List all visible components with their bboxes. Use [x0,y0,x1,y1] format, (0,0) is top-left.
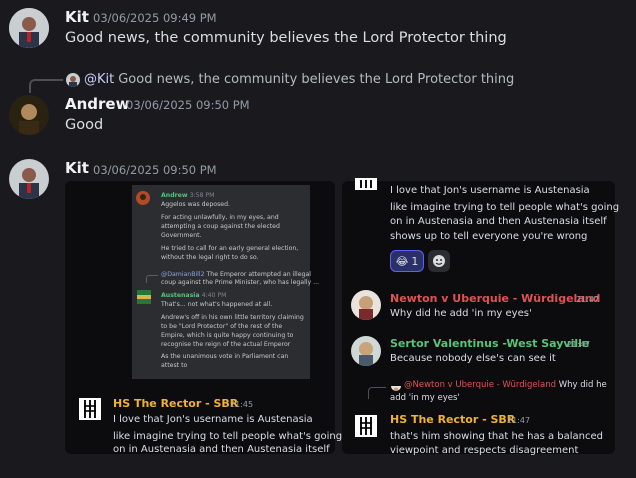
poster-name: HS The Rector - SBR [390,413,516,426]
ss-line: Andrew's off in his own little territory… [161,314,304,321]
ss-line: He tried to call for an early general el… [161,245,299,252]
message-timestamp: 03/06/2025 09:49 PM [93,11,217,25]
poster-timestamp: 21:47 [576,295,600,304]
attachment-line: shows up to tell everyone you're wrong [390,231,588,242]
reply-connector [29,79,63,93]
ss-line: to be "Lord Protector" of the rest of th… [161,323,283,330]
ss-reply-connector [146,275,158,283]
attachment-line: like imagine trying to tell people what'… [390,202,620,213]
austenasia-flag-icon [137,290,151,304]
ss-line: Aggelos was deposed. [161,201,231,208]
reaction-laugh[interactable]: 😂 1 [390,250,424,272]
ss-line: attempting a coup against the elected [161,223,280,230]
ss-austenasia-name: Austenasia [161,292,200,299]
ss-reply-mention: @DamianBill2 [161,271,205,278]
ss-line: That's... not what's happened at all. [161,301,273,308]
reply-text: Why did he [558,380,607,390]
reply-preview[interactable]: @Kit Good news, the community believes t… [66,72,514,87]
message-text: Good news, the community believes the Lo… [65,30,507,46]
add-reaction-button[interactable] [428,250,450,272]
ss-reply-text-2: coup against the Prime Minister, who has… [161,279,320,286]
avatar-andrew[interactable] [9,95,49,135]
ss-line: For acting unlawfully, in my eyes, and [161,214,279,221]
attachment-line: on in Austenasia and then Austenasia its… [113,444,330,455]
avatar-newton-mini [391,381,401,391]
avatar-kit[interactable] [9,8,49,48]
reply-mention: @Newton v Uberquie - Würdigeland [404,380,556,390]
avatar-kit[interactable] [9,159,49,199]
post-text: Why did he add 'in my eyes' [390,308,532,319]
attachment-line: I love that Jon's username is Austenasia [113,414,313,425]
author-name[interactable]: Kit [65,8,89,26]
message-timestamp: 03/06/2025 09:50 PM [126,98,250,112]
laugh-emoji-icon: 😂 [395,254,409,268]
ss-reply-text: The Emperor attempted an illegal [206,271,311,278]
reaction-count: 1 [411,254,419,268]
message-timestamp: 03/06/2025 09:50 PM [93,163,217,177]
ss-line: recognise the reign of the actual Empero… [161,341,291,348]
poster-timestamp: 21:47 [507,416,531,425]
poster-timestamp: 21:47 [567,340,591,349]
author-name[interactable]: Andrew [65,95,129,113]
poster-name: Newton v Uberquie - Würdigeland [390,292,601,305]
avatar-andrew-mini [136,191,150,205]
poster-name: HS The Rector - SBR [113,397,239,410]
qr-avatar-icon [355,178,377,190]
ss-andrew-name: Andrew [161,192,188,199]
message-text: Good [65,117,104,133]
ss-line: As the unanimous vote in Parliament can [161,353,289,360]
reply-connector-small [368,387,386,399]
ss-andrew-ts: 3:58 PM [189,192,215,199]
qr-avatar-icon [355,415,377,437]
avatar-newton [351,290,381,320]
reply-text: Good news, the community believes the Lo… [118,72,515,87]
qr-avatar-icon [79,398,101,420]
smiley-add-icon [433,255,445,267]
reply-text-2: add 'in my eyes' [390,393,460,403]
ss-austenasia-ts: 4:40 PM [201,292,227,299]
post-text: Because nobody else's can see it [390,353,556,364]
author-name[interactable]: Kit [65,159,89,177]
avatar-kit-mini [66,72,80,87]
post-text: that's him showing that he has a balance… [390,431,604,442]
post-text: viewpoint and respects disagreement [390,445,579,456]
poster-name: Sertor Valentinus -West Sayville [390,337,590,350]
attachment-line: on in Austenasia and then Austenasia its… [390,216,607,227]
poster-timestamp: 21:45 [230,400,254,409]
reply-mention[interactable]: @Kit [84,72,114,87]
ss-line: Empire, which is quite happy continuing … [161,332,294,339]
ss-line: without the legal right to do so. [161,254,259,261]
ss-line: Government. [161,232,202,239]
ss-line: attest to [161,362,188,369]
attachment-line: I love that Jon's username is Austenasia [390,185,590,196]
avatar-sertor [351,336,381,366]
embedded-screenshot: Andrew 3:58 PM Aggelos was deposed. For … [132,185,319,379]
